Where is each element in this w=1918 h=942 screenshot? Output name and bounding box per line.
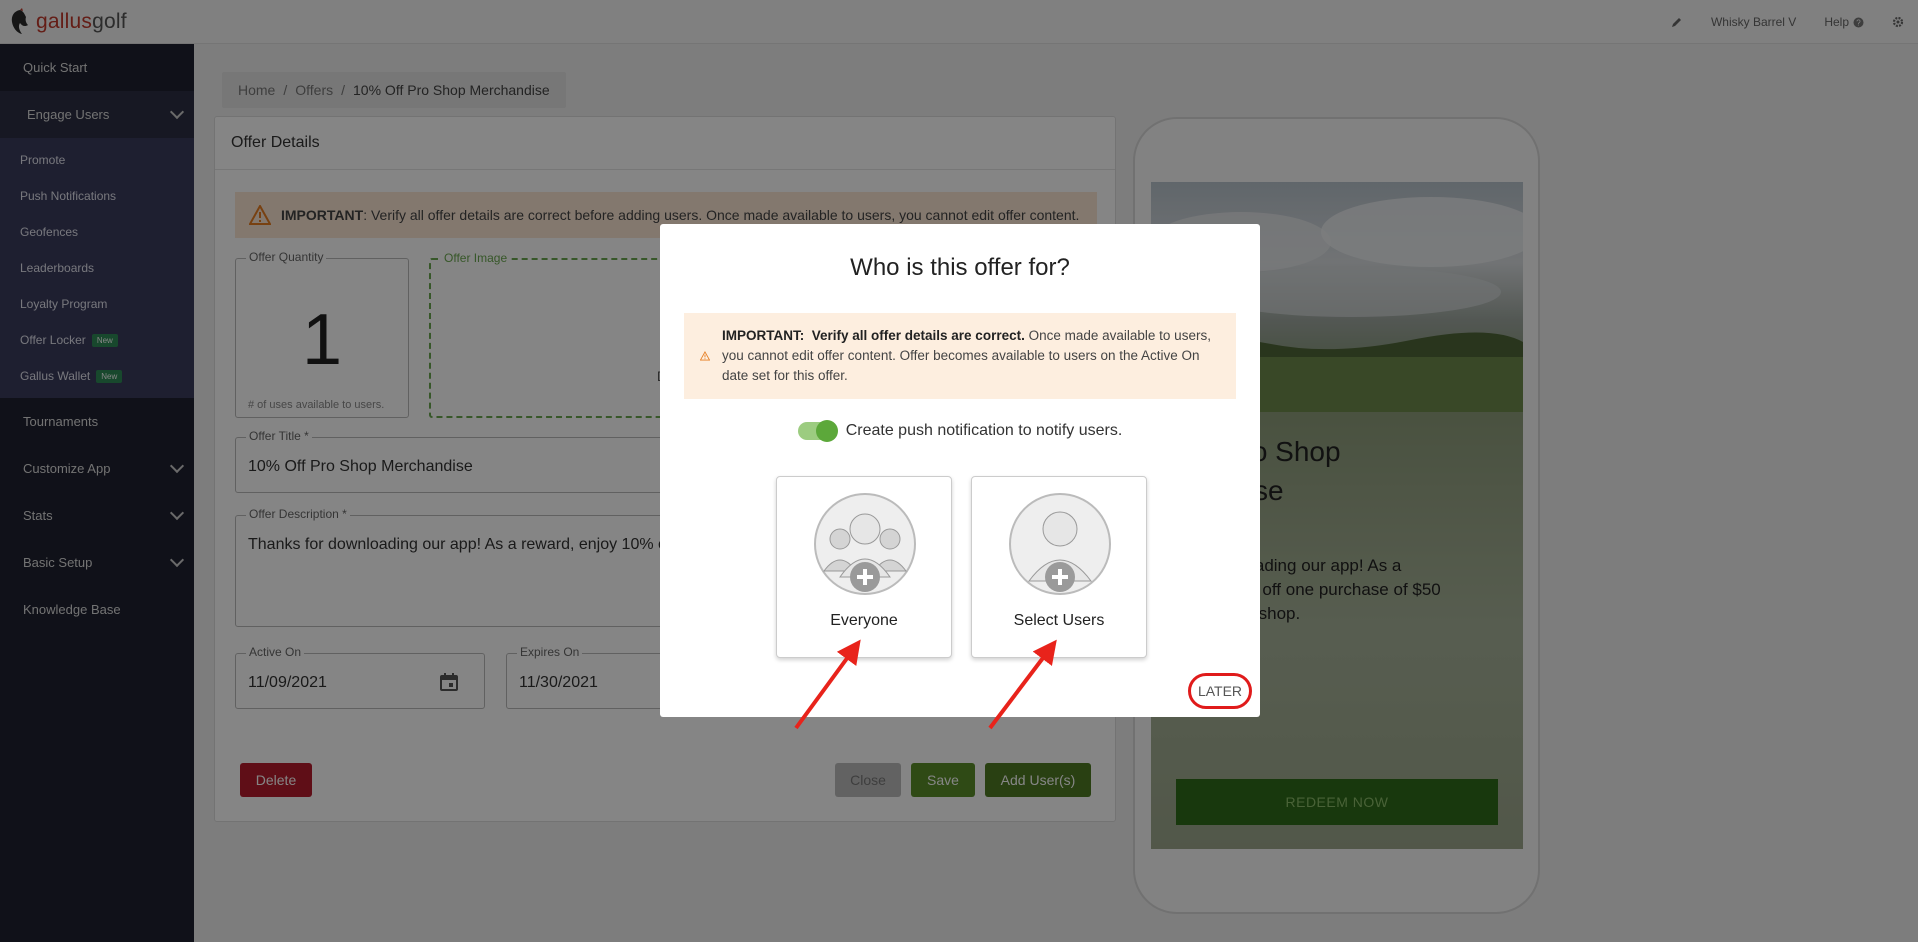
push-notification-toggle[interactable] bbox=[797, 420, 838, 442]
group-users-icon bbox=[814, 493, 916, 595]
select-users-option[interactable]: Select Users bbox=[971, 476, 1147, 658]
push-notification-label: Create push notification to notify users… bbox=[845, 422, 1123, 439]
dialog-title: Who is this offer for? bbox=[850, 254, 1070, 281]
single-user-icon bbox=[1009, 493, 1111, 595]
warning-icon bbox=[700, 350, 710, 361]
later-button[interactable]: LATER bbox=[1188, 673, 1252, 709]
offer-audience-dialog: Who is this offer for? IMPORTANT: Verify… bbox=[660, 224, 1260, 717]
dialog-important-alert: IMPORTANT: Verify all offer details are … bbox=[684, 313, 1236, 399]
select-users-label: Select Users bbox=[1013, 612, 1105, 629]
everyone-option[interactable]: Everyone bbox=[776, 476, 952, 658]
everyone-label: Everyone bbox=[830, 612, 898, 629]
